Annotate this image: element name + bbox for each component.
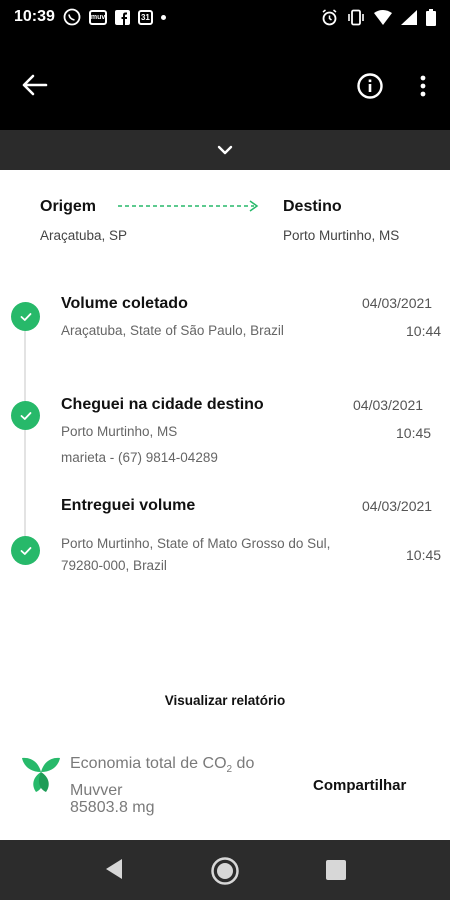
event-date: 04/03/2021 xyxy=(362,295,433,311)
route-summary: Origem Araçatuba, SP Destino Porto Murti… xyxy=(0,170,450,270)
origin-label: Origem xyxy=(40,198,97,215)
timeline-event: Cheguei na cidade destino Porto Murtinho… xyxy=(0,392,450,472)
event-contact: marieta - (67) 9814-04289 xyxy=(61,450,218,465)
arrow-left-icon xyxy=(22,74,48,96)
event-location: Porto Murtinho, MS xyxy=(61,424,178,439)
status-icons-left: muv 31 xyxy=(63,8,166,26)
origin-city: Araçatuba, SP xyxy=(40,228,128,243)
info-button[interactable] xyxy=(356,72,384,100)
timeline-event: Volume coletado Araçatuba, State of São … xyxy=(0,290,450,350)
chevron-down-icon xyxy=(217,145,233,155)
whatsapp-icon xyxy=(63,8,81,26)
event-title: Volume coletado xyxy=(61,295,188,312)
co2-text-before: Economia total de CO xyxy=(70,755,227,772)
co2-savings-section: Economia total de CO2 do Muvver 85803.8 … xyxy=(0,745,450,835)
battery-icon xyxy=(426,8,436,26)
check-icon xyxy=(11,302,40,331)
status-bar: 10:39 muv 31 xyxy=(0,0,450,34)
nav-home-icon[interactable] xyxy=(210,856,240,886)
route-arrow-icon xyxy=(118,200,259,212)
app-bar xyxy=(0,34,450,130)
dot-icon xyxy=(160,14,166,20)
event-location-line-2: 79280-000, Brazil xyxy=(61,558,167,573)
timeline-event: Entreguei volume Porto Murtinho, State o… xyxy=(0,494,450,584)
event-title: Cheguei na cidade destino xyxy=(61,396,264,413)
system-nav-bar xyxy=(0,840,450,900)
event-location: Porto Murtinho, State of Mato Grosso do … xyxy=(61,536,331,551)
co2-savings-text: Economia total de CO2 do Muvver xyxy=(70,753,290,801)
event-location: Araçatuba, State of São Paulo, Brazil xyxy=(61,323,284,338)
nav-recents-icon[interactable] xyxy=(326,860,346,880)
muvver-leaf-logo-icon xyxy=(22,757,60,792)
destination-city: Porto Murtinho, MS xyxy=(283,228,400,243)
back-button[interactable] xyxy=(20,72,52,98)
wifi-icon xyxy=(374,9,392,25)
destination-label: Destino xyxy=(283,198,342,215)
calendar-icon: 31 xyxy=(137,9,153,25)
check-icon xyxy=(11,401,40,430)
muv-icon: muv xyxy=(88,9,107,25)
nav-back-icon[interactable] xyxy=(104,858,124,880)
event-date: 04/03/2021 xyxy=(353,397,424,413)
facebook-icon xyxy=(114,9,130,25)
more-options-button[interactable] xyxy=(414,72,432,100)
share-button[interactable]: Compartilhar xyxy=(313,777,406,794)
collapse-toggle[interactable] xyxy=(0,130,450,170)
info-icon xyxy=(357,73,383,99)
vibrate-icon xyxy=(348,9,364,25)
alarm-icon xyxy=(322,8,337,25)
event-time: 10:45 xyxy=(406,547,442,563)
check-icon xyxy=(11,536,40,565)
status-icons-right xyxy=(321,8,436,26)
event-title: Entreguei volume xyxy=(61,497,196,514)
event-time: 10:45 xyxy=(396,425,432,441)
status-time: 10:39 xyxy=(14,8,55,25)
signal-icon xyxy=(401,9,417,25)
co2-savings-value: 85803.8 mg xyxy=(70,799,155,816)
view-report-link[interactable]: Visualizar relatório xyxy=(0,693,450,708)
event-time: 10:44 xyxy=(406,323,442,339)
more-vert-icon xyxy=(420,75,426,97)
event-date: 04/03/2021 xyxy=(362,498,433,514)
